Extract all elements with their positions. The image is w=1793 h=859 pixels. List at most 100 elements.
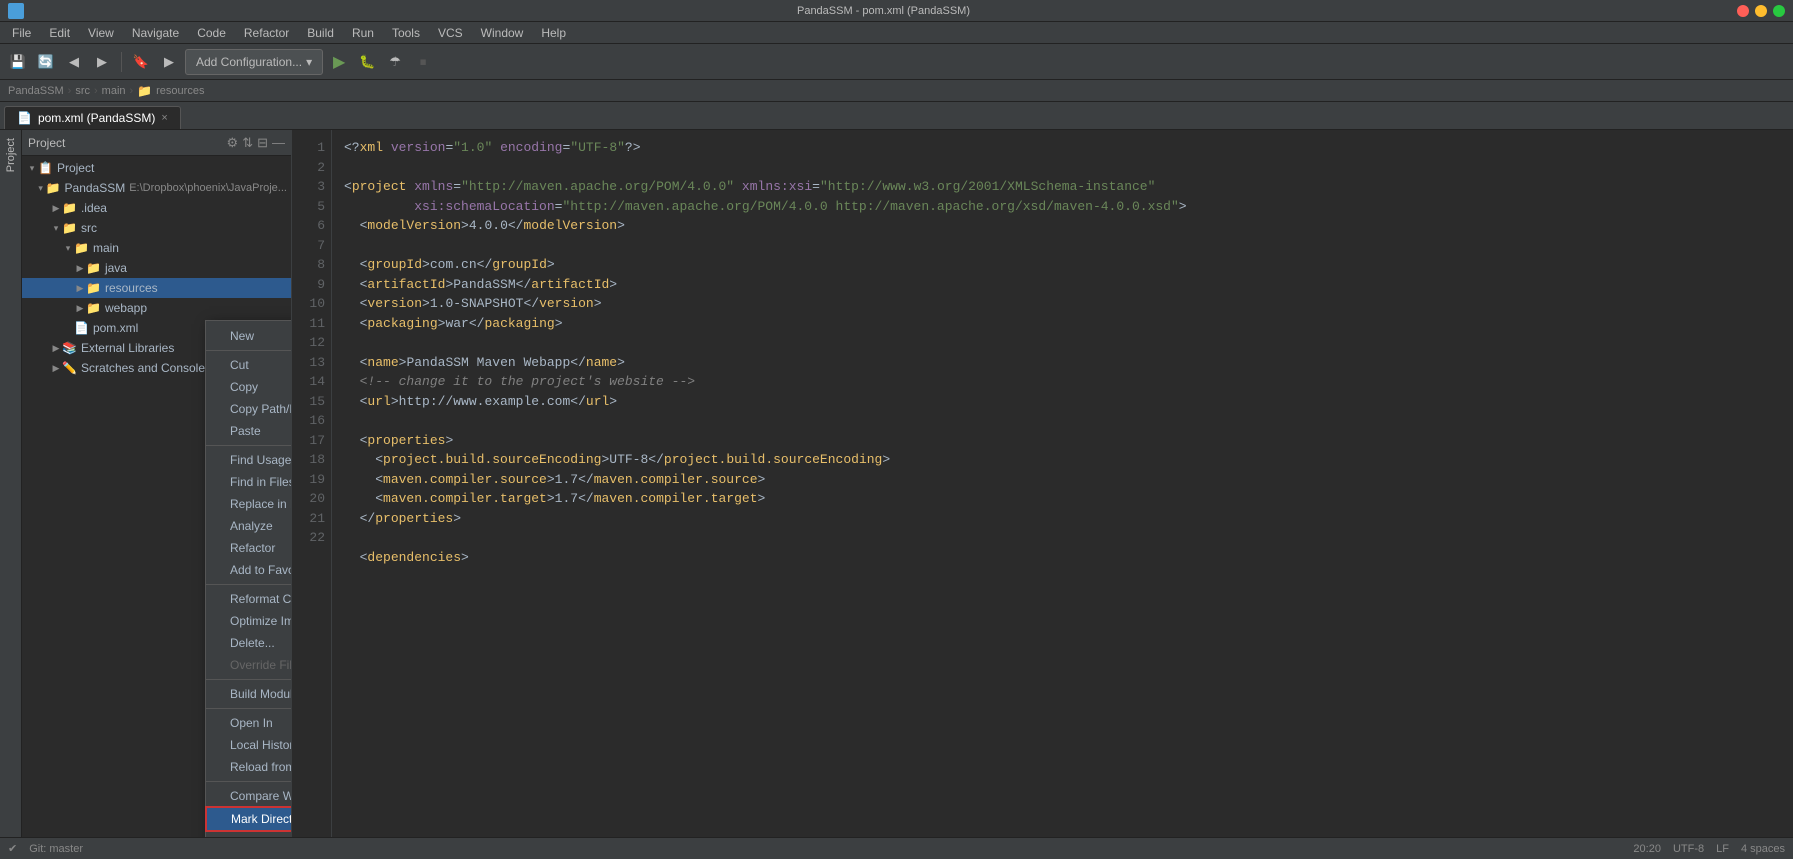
tree-icon-scratches: ✏️	[62, 361, 77, 375]
menu-refactor[interactable]: Refactor	[236, 24, 297, 42]
ctx-reload-disk[interactable]: Reload from Disk	[206, 756, 292, 778]
ctx-new[interactable]: New ▶	[206, 325, 292, 347]
tree-item-project[interactable]: ▾ 📋 Project	[22, 158, 291, 178]
menu-window[interactable]: Window	[473, 24, 532, 42]
menu-tools[interactable]: Tools	[384, 24, 428, 42]
ctx-optimize-imports[interactable]: Optimize Imports Ctrl+Alt+O	[206, 610, 292, 632]
ctx-sep-3	[206, 584, 292, 585]
ctx-cut[interactable]: Cut Ctrl+X	[206, 354, 292, 376]
tree-item-idea[interactable]: ▶ 📁 .idea	[22, 198, 291, 218]
run-config-button[interactable]: ▶	[157, 50, 181, 74]
maximize-button[interactable]	[1773, 5, 1785, 17]
ctx-delete-label: Delete...	[230, 636, 275, 650]
status-vcs: Git: master	[29, 843, 83, 855]
menu-build[interactable]: Build	[299, 24, 342, 42]
ctx-find-usages[interactable]: Find Usages Alt+F7	[206, 449, 292, 471]
editor-content[interactable]: 1 2 3 5 6 7 8 9 10 11 12 13 14 15 16 17 …	[292, 130, 1793, 837]
tree-icon-src: 📁	[62, 221, 77, 235]
ctx-copy[interactable]: Copy Ctrl+C	[206, 376, 292, 398]
ctx-sep-1	[206, 350, 292, 351]
menu-run[interactable]: Run	[344, 24, 382, 42]
ctx-analyze[interactable]: Analyze ▶	[206, 515, 292, 537]
breadcrumb-main[interactable]: main	[102, 85, 126, 97]
panel-close-icon[interactable]: —	[272, 135, 285, 150]
ctx-copy-path[interactable]: Copy Path/Reference...	[206, 398, 292, 420]
tree-arrow-pandassmm: ▾	[36, 183, 46, 194]
ctx-replace-files[interactable]: Replace in Files... Ctrl+Shift+R	[206, 493, 292, 515]
tree-item-pandassmm[interactable]: ▾ 📁 PandaSSM E:\Dropbox\phoenix\JavaProj…	[22, 178, 291, 198]
bookmark-button[interactable]: 🔖	[129, 50, 153, 74]
menu-navigate[interactable]: Navigate	[124, 24, 187, 42]
menu-view[interactable]: View	[80, 24, 122, 42]
status-line-sep[interactable]: LF	[1716, 843, 1729, 855]
tree-item-resources[interactable]: ▶ 📁 resources	[22, 278, 291, 298]
tree-label-java: java	[105, 261, 127, 275]
minimize-button[interactable]	[1755, 5, 1767, 17]
panel-scroll-icon[interactable]: ⇅	[242, 135, 253, 151]
panel-settings-icon[interactable]: ⚙	[227, 135, 239, 151]
tree-icon-pomxml: 📄	[74, 321, 89, 335]
ctx-find-files[interactable]: Find in Files... Ctrl+Shift+F	[206, 471, 292, 493]
menu-code[interactable]: Code	[189, 24, 234, 42]
tab-close-button[interactable]: ×	[161, 112, 167, 124]
ctx-reformat[interactable]: Reformat Code Ctrl+Alt+L	[206, 588, 292, 610]
save-all-button[interactable]: 💾	[6, 50, 30, 74]
line-num-7: 7	[292, 236, 325, 256]
back-button[interactable]: ◀	[62, 50, 86, 74]
tree-item-main[interactable]: ▾ 📁 main	[22, 238, 291, 258]
line-num-3: 3	[292, 177, 325, 197]
tree-label-scratches: Scratches and Consoles	[81, 361, 211, 375]
line-num-17: 17	[292, 431, 325, 451]
coverage-button[interactable]: ☂	[383, 50, 407, 74]
tree-item-webapp[interactable]: ▶ 📁 webapp	[22, 298, 291, 318]
project-panel-header: Project ⚙ ⇅ ⊟ —	[22, 130, 291, 156]
menu-edit[interactable]: Edit	[41, 24, 78, 42]
ctx-open-in[interactable]: Open In ▶	[206, 712, 292, 734]
code-line-13: <!-- change it to the project's website …	[344, 372, 1781, 392]
ctx-build-module[interactable]: Build Module 'PandaSSM'	[206, 683, 292, 705]
close-button[interactable]	[1737, 5, 1749, 17]
line-num-2: 2	[292, 158, 325, 178]
breadcrumb-src[interactable]: src	[75, 85, 90, 97]
tab-pom-xml[interactable]: 📄 pom.xml (PandaSSM) ×	[4, 106, 181, 129]
ctx-compare-with[interactable]: Compare With... Ctrl+D	[206, 785, 292, 807]
tree-item-java[interactable]: ▶ 📁 java	[22, 258, 291, 278]
ctx-paste[interactable]: Paste Ctrl+V	[206, 420, 292, 442]
ctx-analyze-label: Analyze	[230, 519, 273, 533]
left-sidebar-strip: Project	[0, 130, 22, 837]
status-indent[interactable]: 4 spaces	[1741, 843, 1785, 855]
code-line-17: <project.build.sourceEncoding>UTF-8</pro…	[344, 450, 1781, 470]
code-display[interactable]: <?xml version="1.0" encoding="UTF-8"?> <…	[332, 130, 1793, 837]
status-line-col[interactable]: 20:20	[1633, 843, 1661, 855]
tree-label-pandassmm: PandaSSM	[65, 181, 126, 195]
ctx-refactor[interactable]: Refactor ▶	[206, 537, 292, 559]
breadcrumb-project[interactable]: PandaSSM	[8, 85, 64, 97]
code-line-22: <dependencies>	[344, 548, 1781, 568]
tree-label-webapp: webapp	[105, 301, 147, 315]
ctx-delete[interactable]: Delete... Delete	[206, 632, 292, 654]
menu-help[interactable]: Help	[533, 24, 574, 42]
ctx-add-favorites[interactable]: Add to Favorites ▶	[206, 559, 292, 581]
tree-item-src[interactable]: ▾ 📁 src	[22, 218, 291, 238]
tree-arrow-main: ▾	[62, 243, 74, 254]
project-tab-label[interactable]: Project	[3, 134, 19, 176]
tab-label: pom.xml (PandaSSM)	[38, 111, 155, 125]
toolbar-separator-1	[121, 52, 122, 72]
menu-vcs[interactable]: VCS	[430, 24, 471, 42]
debug-button[interactable]: 🐛	[355, 50, 379, 74]
add-configuration-button[interactable]: Add Configuration... ▾	[185, 49, 323, 75]
synchronize-button[interactable]: 🔄	[34, 50, 58, 74]
forward-button[interactable]: ▶	[90, 50, 114, 74]
stop-button[interactable]: ⏹	[411, 50, 435, 74]
breadcrumb-resources[interactable]: resources	[156, 85, 204, 97]
ctx-local-history[interactable]: Local History ▶	[206, 734, 292, 756]
tree-icon-pandassmm: 📁	[46, 181, 61, 195]
ctx-mark-directory[interactable]: Mark Directory as ▶	[206, 807, 292, 831]
menu-file[interactable]: File	[4, 24, 39, 42]
ctx-diagrams[interactable]: Diagrams ▶	[206, 831, 292, 837]
run-button[interactable]: ▶	[327, 50, 351, 74]
tab-bar: 📄 pom.xml (PandaSSM) ×	[0, 102, 1793, 130]
line-num-6: 6	[292, 216, 325, 236]
status-encoding[interactable]: UTF-8	[1673, 843, 1704, 855]
panel-collapse-icon[interactable]: ⊟	[257, 135, 268, 151]
